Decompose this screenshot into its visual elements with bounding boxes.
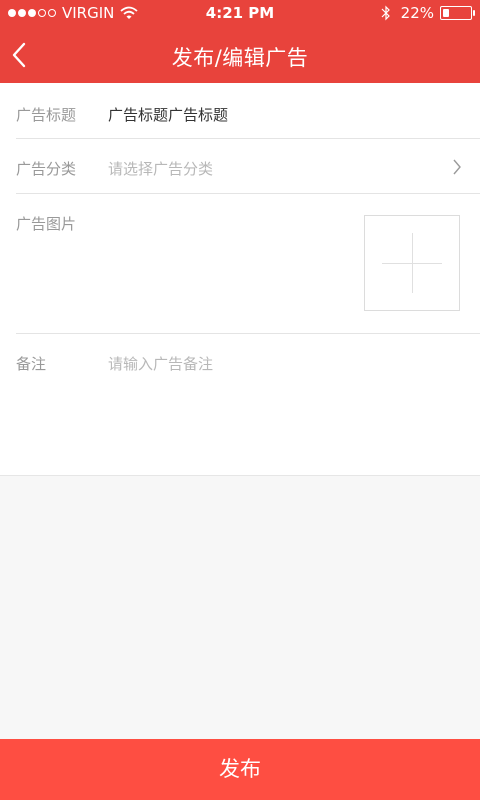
ad-remark-label: 备注 [16, 355, 47, 373]
ad-remark-row[interactable]: 备注 请输入广告备注 [16, 334, 480, 474]
status-right: 22% [381, 4, 475, 22]
ad-image-label: 广告图片 [16, 215, 77, 233]
ad-category-select[interactable]: 请选择广告分类 [108, 158, 213, 179]
page-title: 发布/编辑广告 [171, 46, 309, 70]
bluetooth-icon [381, 5, 390, 21]
publish-button[interactable]: 发布 [0, 739, 480, 800]
chevron-right-icon [453, 159, 461, 175]
ad-image-row: 广告图片 [16, 194, 480, 334]
app-header: VIRGIN 4:21 PM 22% 发布/编辑广告 [0, 0, 480, 83]
battery-fill [443, 9, 449, 17]
ad-title-input[interactable]: 广告标题广告标题 [108, 104, 228, 125]
plus-icon-stem [412, 233, 413, 293]
status-bar: VIRGIN 4:21 PM 22% [0, 0, 480, 28]
battery-icon [440, 6, 475, 20]
ad-category-row[interactable]: 广告分类 请选择广告分类 [16, 139, 480, 194]
image-upload-button[interactable] [364, 215, 460, 311]
ad-title-row[interactable]: 广告标题 广告标题广告标题 [16, 83, 480, 139]
ad-remark-input[interactable]: 请输入广告备注 [108, 353, 213, 374]
battery-percent: 22% [400, 4, 434, 22]
ad-title-label: 广告标题 [16, 106, 77, 124]
ad-category-label: 广告分类 [16, 160, 77, 178]
nav-bar: 发布/编辑广告 [0, 28, 480, 83]
ad-form: 广告标题 广告标题广告标题 广告分类 请选择广告分类 广告图片 备注 请输入广告… [0, 83, 480, 476]
